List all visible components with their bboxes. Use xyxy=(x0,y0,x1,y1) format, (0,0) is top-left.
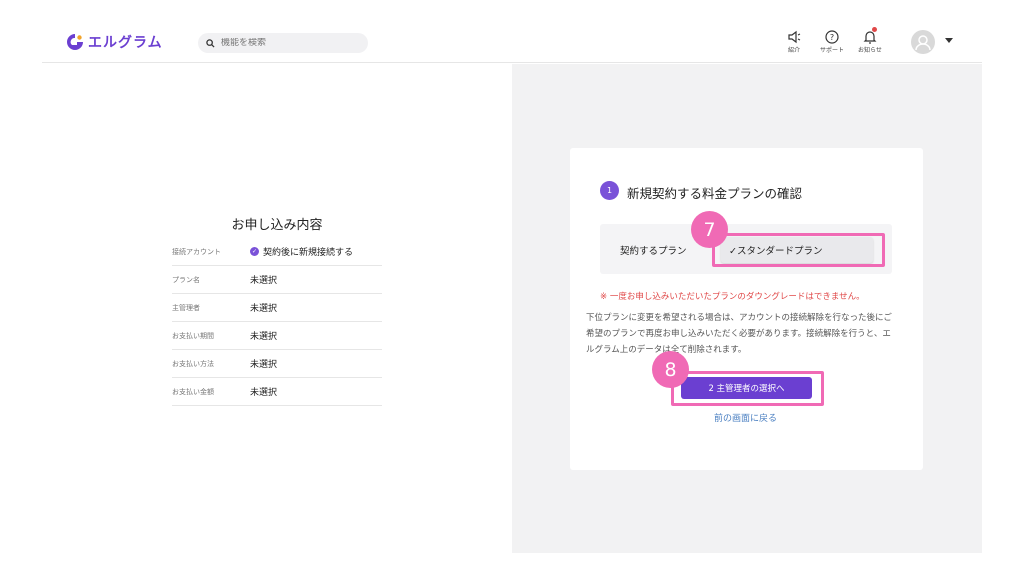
summary-value: 未選択 xyxy=(250,304,278,314)
user-icon xyxy=(915,35,931,51)
app-logo[interactable]: エルグラム xyxy=(66,32,163,52)
summary-value: 未選択 xyxy=(250,332,278,342)
support-label: サポート xyxy=(819,47,844,54)
plan-label: 契約するプラン xyxy=(620,246,687,257)
summary-key: お支払い方法 xyxy=(172,359,214,368)
summary-key: お支払い期間 xyxy=(172,331,214,340)
app-header: エルグラム 紹介 ? サポート お知らせ xyxy=(42,20,982,63)
search-icon xyxy=(206,38,215,48)
svg-text:?: ? xyxy=(830,33,834,42)
step-number-badge: 1 xyxy=(600,181,619,200)
summary-row-admin: 主管理者 未選択 xyxy=(172,294,382,322)
notification-dot xyxy=(872,27,877,32)
logo-text: エルグラム xyxy=(88,35,163,51)
notifications-button[interactable]: お知らせ xyxy=(850,27,890,54)
summary-value-wrap: ✓ 契約後に新規接続する xyxy=(250,245,353,258)
referral-label: 紹介 xyxy=(787,47,800,54)
megaphone-icon xyxy=(788,30,801,44)
notifications-label: お知らせ xyxy=(858,47,882,54)
summary-key: 主管理者 xyxy=(172,303,200,312)
logo-icon xyxy=(67,34,83,50)
downgrade-note: 下位プランに変更を希望される場合は、アカウントの接続解除を行なった後にご希望のプ… xyxy=(586,313,892,355)
step-badge-8: 8 xyxy=(652,351,689,388)
support-button[interactable]: ? サポート xyxy=(812,29,852,54)
summary-key: お支払い金額 xyxy=(172,387,214,396)
summary-table: 接続アカウント ✓ 契約後に新規接続する プラン名 未選択 主管理者 未選択 お… xyxy=(172,238,382,406)
back-link[interactable]: 前の画面に戻る xyxy=(714,411,777,424)
summary-row-amount: お支払い金額 未選択 xyxy=(172,378,382,406)
summary-value: 未選択 xyxy=(250,360,278,370)
summary-key: 接続アカウント xyxy=(172,247,221,256)
highlight-frame-7 xyxy=(712,233,885,267)
summary-row-account: 接続アカウント ✓ 契約後に新規接続する xyxy=(172,238,382,266)
summary-row-plan: プラン名 未選択 xyxy=(172,266,382,294)
referral-button[interactable]: 紹介 xyxy=(774,29,814,54)
account-menu-chevron-down-icon[interactable] xyxy=(945,38,953,43)
step-badge-7: 7 xyxy=(691,211,728,248)
step-title: 新規契約する料金プランの確認 xyxy=(627,186,803,201)
summary-row-period: お支払い期間 未選択 xyxy=(172,322,382,350)
summary-value: 契約後に新規接続する xyxy=(263,248,354,258)
summary-title: お申し込み内容 xyxy=(231,218,323,233)
highlight-frame-8 xyxy=(671,371,824,406)
summary-value: 未選択 xyxy=(250,388,278,398)
summary-value: 未選択 xyxy=(250,276,278,286)
downgrade-warning: ※ 一度お申し込みいただいたプランのダウングレードはできません。 xyxy=(600,292,865,302)
search-bar[interactable] xyxy=(198,33,368,53)
avatar[interactable] xyxy=(911,30,935,54)
check-icon: ✓ xyxy=(250,247,259,256)
help-icon: ? xyxy=(825,30,839,44)
search-input[interactable] xyxy=(221,38,361,48)
summary-key: プラン名 xyxy=(172,275,200,284)
summary-row-method: お支払い方法 未選択 xyxy=(172,350,382,378)
